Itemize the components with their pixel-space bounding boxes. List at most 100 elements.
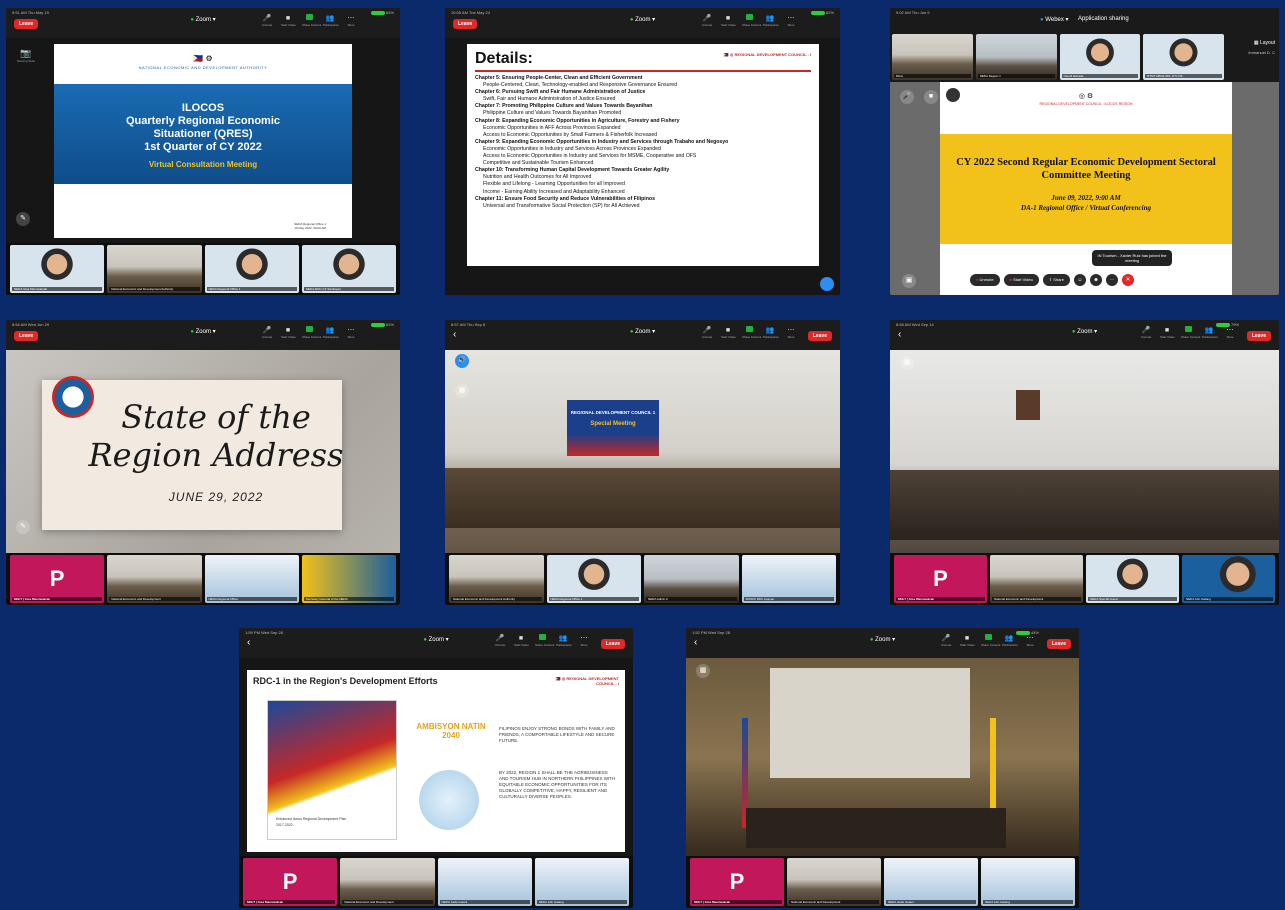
meeting-title[interactable]: ● Zoom ▾ [630, 16, 655, 23]
participants-button[interactable]: 👥 Participants [1202, 326, 1218, 340]
participant-thumb[interactable]: NEDA Region 1 [975, 34, 1057, 80]
annotate-button[interactable]: ✎ [16, 212, 30, 226]
leave-button[interactable]: Leave [1246, 331, 1271, 341]
meeting-title[interactable]: ● Zoom ▾ [423, 636, 448, 643]
participant-thumb[interactable]: Cita M Estrada [1059, 34, 1141, 80]
share-button[interactable]: Share Content [535, 634, 554, 648]
speaker-button[interactable]: 🔊 [455, 354, 469, 368]
meeting-title[interactable]: ● Zoom ▾ [630, 328, 655, 335]
participant-thumb[interactable]: P MNLT | Gisa Mannwakrab [10, 555, 105, 603]
participant-thumb[interactable]: National Economic and Development [107, 555, 202, 603]
participant-thumb[interactable]: SPRDC RDC Apayao [741, 555, 836, 603]
meeting-title[interactable]: ● Zoom ▾ [1072, 328, 1097, 335]
leave-button[interactable]: Leave [14, 19, 39, 29]
share-button[interactable]: ⇪ Share [1042, 274, 1070, 286]
start-video-button[interactable]: ■ Start Video [721, 326, 736, 340]
start-video-button[interactable]: ■ Start Video [281, 326, 296, 340]
leave-button[interactable]: Leave [600, 639, 625, 649]
participant-thumb[interactable]: NEDA Special Guest [1086, 555, 1179, 603]
participants-button[interactable]: 👥 Participants [763, 326, 779, 340]
more-button[interactable]: ⋯ More [1223, 326, 1237, 340]
more-button[interactable]: ⋯ More [344, 326, 358, 340]
unmute-button[interactable]: 🎤 Unmute [1139, 326, 1153, 340]
unmute-button[interactable]: 🎤 Unmute [260, 14, 274, 28]
back-button[interactable]: ‹ [898, 330, 901, 340]
unmute-button[interactable]: 🎤 Unmute [493, 634, 507, 648]
meeting-title[interactable]: ● Zoom ▾ [870, 636, 895, 643]
start-video-button[interactable]: ■ Start Video [281, 14, 296, 28]
back-button[interactable]: ‹ [453, 330, 456, 340]
share-button[interactable]: Share Content [302, 14, 321, 28]
self-view-button[interactable]: ▣ [902, 274, 916, 288]
unmute-button[interactable]: 🎤 Unmute [700, 326, 714, 340]
participants-button[interactable]: 👥 Participants [763, 14, 779, 28]
participant-thumb[interactable]: NEDA-RDC-CF Santinyao [301, 245, 396, 293]
participant-thumb[interactable]: DILG [892, 34, 973, 80]
start-video-button[interactable]: ■ Start Video [1003, 274, 1039, 286]
share-button[interactable]: Share Content [742, 326, 761, 340]
participant-thumb[interactable]: NEDA Lilin Galang [1182, 555, 1275, 603]
chat-bubble-icon[interactable] [820, 277, 834, 291]
gallery-button[interactable]: ▦ [900, 356, 914, 370]
participant-thumb[interactable]: National Economic and Development [787, 858, 881, 906]
participant-thumb[interactable]: P MNLT | Gisa Mannwakrab [690, 858, 784, 906]
participant-thumb[interactable]: National Economic and Development Author… [107, 245, 202, 293]
annotate-button[interactable]: ✎ [16, 520, 30, 534]
leave-button[interactable]: Leave [807, 331, 832, 341]
share-button[interactable]: Share Content [302, 326, 321, 340]
participants-button[interactable]: 👥 Participants [323, 14, 339, 28]
participants-button[interactable]: 👥 Participants [1002, 634, 1018, 648]
more-button[interactable]: ⋯ More [344, 14, 358, 28]
leave-button[interactable]: Leave [1046, 639, 1071, 649]
participant-thumb[interactable]: National Economic and Development [340, 858, 435, 906]
gallery-button[interactable]: ▦ [455, 384, 469, 398]
start-video-button[interactable]: ■ Start Video [721, 14, 736, 28]
meeting-title[interactable]: ● Zoom ▾ [190, 328, 215, 335]
back-button[interactable]: ‹ [694, 638, 697, 648]
participant-thumb[interactable]: Secretary General of the NEDA [301, 555, 396, 603]
camera-toggle[interactable]: ■ [924, 90, 938, 104]
more-button[interactable]: ⋯ More [577, 634, 591, 648]
participants-button[interactable]: 👥 Participants [323, 326, 339, 340]
share-button[interactable]: Share Content [1181, 326, 1200, 340]
webex-app[interactable]: ● Webex ▾ [1040, 16, 1069, 23]
participant-thumb[interactable]: P MNLT | Gisa Mannwakrab [243, 858, 338, 906]
participant-thumb[interactable]: NEDA Regional Office 1 [546, 555, 641, 603]
participant-thumb[interactable]: NEDA Regional Office [204, 555, 299, 603]
mic-toggle[interactable]: 🎤 [900, 90, 914, 104]
unmute-button[interactable]: 🎤 Unmute [939, 634, 953, 648]
unmute-button[interactable]: 🎤 Unmute [700, 14, 714, 28]
start-video-button[interactable]: ■ Start Video [960, 634, 975, 648]
participant-thumb[interactable]: NEDA Lilin Galang [981, 858, 1075, 906]
photo-button[interactable]: 📷 Meeting Slide [10, 48, 42, 63]
end-call-button[interactable]: ✕ [1121, 274, 1134, 286]
more-button[interactable]: ⋯ More [1023, 634, 1037, 648]
participant-thumb[interactable]: BTMT DBCE RPL DTI-VIS [1143, 34, 1224, 80]
participant-thumb[interactable]: NEDA Judie Guiani [437, 858, 532, 906]
participant-thumb[interactable]: National Economic and Development [990, 555, 1083, 603]
leave-button[interactable]: Leave [14, 331, 39, 341]
gallery-button[interactable]: ▦ [696, 664, 710, 678]
back-button[interactable]: ‹ [247, 638, 250, 648]
participant-thumb[interactable]: NEDA Gisa Mannwakrab [10, 245, 105, 293]
participant-thumb[interactable]: NEDA Admin 2 [644, 555, 739, 603]
leave-button[interactable]: Leave [453, 19, 478, 29]
participant-thumb[interactable]: NEDA Lilin Galang [534, 858, 629, 906]
layout-button[interactable]: ▦ Layout [1254, 40, 1275, 46]
participants-button[interactable]: 👥 Participants [556, 634, 572, 648]
more-button[interactable]: ⋯ More [784, 326, 798, 340]
participant-thumb[interactable]: P MNLT | Gisa Mannwakrab [894, 555, 987, 603]
share-button[interactable]: Share Content [742, 14, 761, 28]
unmute-button[interactable]: ● Unmute [970, 274, 1000, 286]
share-button[interactable]: Share Content [981, 634, 1000, 648]
participant-thumb[interactable]: National Economic and Development Author… [449, 555, 544, 603]
start-video-button[interactable]: ■ Start Video [1160, 326, 1175, 340]
more-button[interactable]: ⋯ [1105, 274, 1118, 286]
unmute-button[interactable]: 🎤 Unmute [260, 326, 274, 340]
participants-button[interactable]: ☺ [1073, 274, 1086, 286]
participant-thumb[interactable]: NEDA Regional Office 1 [204, 245, 299, 293]
start-video-button[interactable]: ■ Start Video [514, 634, 529, 648]
participant-thumb[interactable]: NEDA Judie Guiani [884, 858, 978, 906]
more-button[interactable]: ⋯ More [784, 14, 798, 28]
reactions-button[interactable]: ☻ [1089, 274, 1102, 286]
